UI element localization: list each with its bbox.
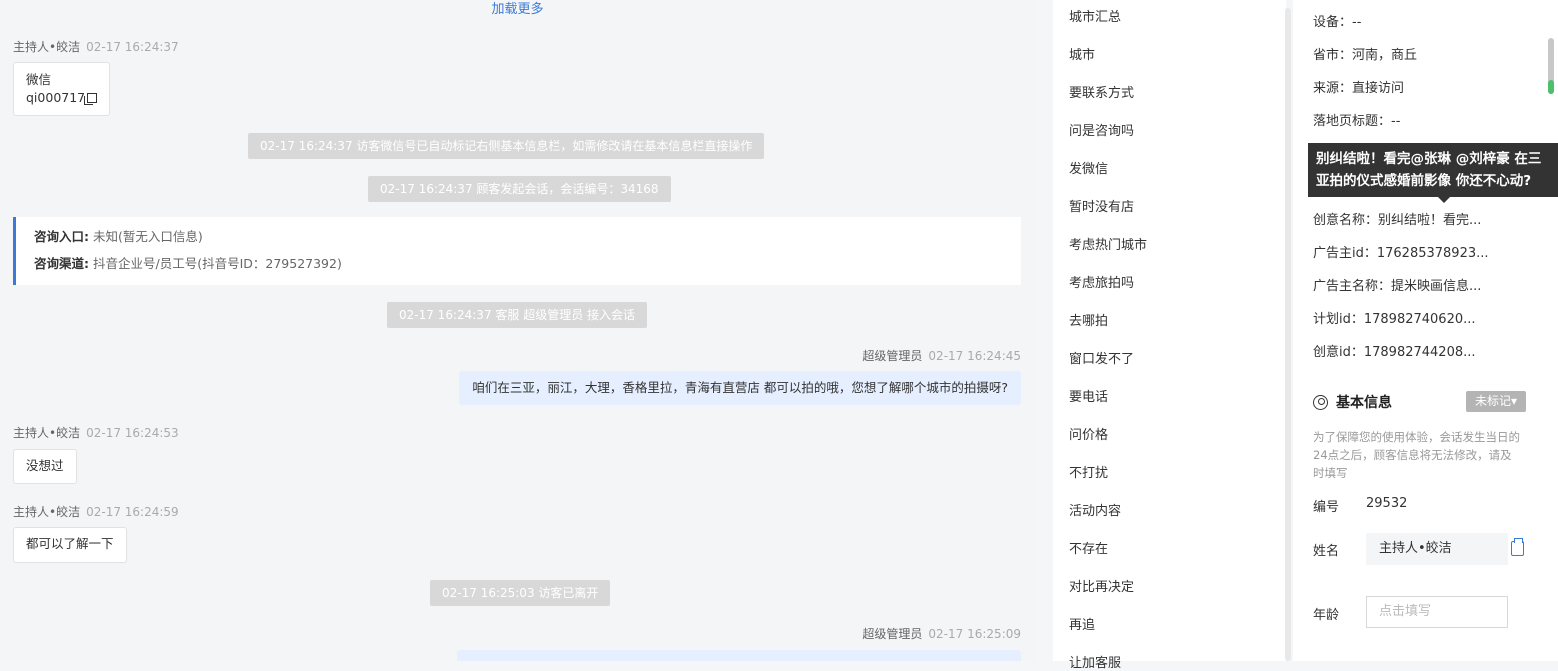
system-notice: 02-17 16:24:37 客服 超级管理员 接入会话 bbox=[387, 302, 648, 328]
advertiser-id-info: 广告主id：176285378923... bbox=[1313, 246, 1489, 261]
name-field[interactable]: 主持人•皎洁 bbox=[1366, 533, 1508, 565]
quick-reply-item[interactable]: 对比再决定 bbox=[1069, 576, 1134, 595]
quick-reply-item[interactable]: 考虑热门城市 bbox=[1069, 234, 1147, 253]
quick-reply-item[interactable]: 让加客服 bbox=[1069, 652, 1121, 671]
quick-reply-item[interactable]: 不打扰 bbox=[1069, 462, 1108, 481]
message-sender: 超级管理员 02-17 16:24:45 bbox=[862, 347, 1021, 364]
message-bubble: 没想过 bbox=[13, 449, 77, 484]
quick-reply-item[interactable]: 城市汇总 bbox=[1069, 6, 1121, 25]
basic-info-title: 基本信息 bbox=[1313, 392, 1392, 412]
source-info: 来源：直接访问 bbox=[1313, 81, 1405, 96]
message-sender: 主持人•皎洁 02-17 16:24:53 bbox=[13, 424, 179, 441]
creative-name-info[interactable]: 创意名称：别纠结啦！看完... bbox=[1313, 209, 1481, 228]
message-time: 02-17 16:24:53 bbox=[86, 426, 179, 440]
quick-reply-item[interactable]: 活动内容 bbox=[1069, 500, 1121, 519]
edit-notice: 为了保障您的使用体验，会话发生当日的24点之后，顾客信息将无法修改，请及时填写 bbox=[1313, 430, 1520, 480]
tag-dropdown-button[interactable]: 未标记▾ bbox=[1466, 391, 1526, 412]
id-value: 29532 bbox=[1366, 496, 1408, 511]
load-more-link[interactable]: 加载更多 bbox=[0, 0, 1035, 17]
device-info: 设备：-- bbox=[1313, 15, 1362, 30]
plan-id-info: 计划id：178982740620... bbox=[1313, 312, 1476, 327]
sender-name: 主持人•皎洁 bbox=[13, 40, 81, 54]
clipboard-icon[interactable] bbox=[1511, 538, 1524, 556]
id-label: 编号 bbox=[1313, 500, 1340, 515]
sender-name: 超级管理员 bbox=[862, 349, 923, 363]
message-bubble bbox=[457, 650, 1021, 661]
message-bubble: 咱们在三亚，丽江，大理，香格里拉，青海有直营店 都可以拍的哦，您想了解哪个城市的… bbox=[459, 371, 1021, 405]
message-sender: 主持人•皎洁 02-17 16:24:59 bbox=[13, 503, 179, 520]
entry-value: 未知(暂无入口信息) bbox=[92, 229, 203, 244]
message-time: 02-17 16:24:59 bbox=[86, 505, 179, 519]
quick-reply-item[interactable]: 再追 bbox=[1069, 614, 1095, 633]
quick-reply-scrollbar[interactable] bbox=[1285, 8, 1291, 661]
creative-name-tooltip: 别纠结啦！看完@张琳 @刘梓豪 在三亚拍的仪式感婚前影像 你还不心动? bbox=[1308, 143, 1558, 203]
sender-name: 超级管理员 bbox=[862, 627, 923, 641]
quick-reply-item[interactable]: 发微信 bbox=[1069, 158, 1108, 177]
name-label: 姓名 bbox=[1313, 544, 1340, 559]
age-field[interactable]: 点击填写 bbox=[1366, 596, 1508, 628]
quick-reply-item[interactable]: 去哪拍 bbox=[1069, 310, 1108, 329]
quick-reply-item[interactable]: 要联系方式 bbox=[1069, 82, 1134, 101]
landing-title-info: 落地页标题：-- bbox=[1313, 114, 1401, 129]
quick-reply-item[interactable]: 不存在 bbox=[1069, 538, 1108, 557]
sender-name: 主持人•皎洁 bbox=[13, 505, 81, 519]
user-icon bbox=[1313, 395, 1328, 410]
customer-panel: 设备：-- 省市：河南，商丘 来源：直接访问 落地页标题：-- 创意名称：别纠结… bbox=[1293, 0, 1558, 661]
system-notice: 02-17 16:24:37 访客微信号已自动标记右侧基本信息栏，如需修改请在基… bbox=[248, 133, 765, 159]
quick-reply-item[interactable]: 考虑旅拍吗 bbox=[1069, 272, 1134, 291]
channel-value: 抖音企业号/员工号(抖音号ID：279527392) bbox=[92, 256, 342, 271]
advertiser-name-info: 广告主名称：提米映画信息... bbox=[1313, 279, 1482, 294]
sender-name: 主持人•皎洁 bbox=[13, 426, 81, 440]
wechat-id: qi000717 bbox=[26, 90, 86, 105]
age-label: 年龄 bbox=[1313, 608, 1340, 623]
message-sender: 超级管理员 02-17 16:25:09 bbox=[862, 625, 1021, 642]
province-city-info: 省市：河南，商丘 bbox=[1313, 48, 1418, 63]
quick-reply-item[interactable]: 要电话 bbox=[1069, 386, 1108, 405]
channel-label: 咨询渠道: bbox=[34, 256, 89, 271]
message-bubble: 微信 qi000717 bbox=[13, 62, 111, 116]
message-bubble: 都可以了解一下 bbox=[13, 527, 127, 563]
system-notice: 02-17 16:25:03 访客已离开 bbox=[430, 580, 611, 606]
quick-reply-item[interactable]: 问是咨询吗 bbox=[1069, 120, 1134, 139]
quick-reply-item[interactable]: 窗口发不了 bbox=[1069, 348, 1134, 367]
chat-area: 加载更多 主持人•皎洁 02-17 16:24:37 微信 qi000717 02… bbox=[0, 0, 1035, 661]
consult-info-card: 咨询入口: 未知(暂无入口信息) 咨询渠道: 抖音企业号/员工号(抖音号ID：2… bbox=[13, 217, 1021, 285]
panel-scrollbar[interactable] bbox=[1548, 38, 1554, 94]
quick-reply-item[interactable]: 城市 bbox=[1069, 44, 1095, 63]
quick-reply-list: 城市汇总城市要联系方式问是咨询吗发微信暂时没有店考虑热门城市 考虑旅拍吗去哪拍窗口… bbox=[1053, 0, 1286, 671]
message-time: 02-17 16:24:37 bbox=[86, 40, 179, 54]
message-time: 02-17 16:24:45 bbox=[928, 349, 1021, 363]
creative-id-info: 创意id：178982744208... bbox=[1313, 345, 1476, 360]
copy-icon[interactable] bbox=[84, 93, 98, 105]
message-time: 02-17 16:25:09 bbox=[928, 627, 1021, 641]
message-sender: 主持人•皎洁 02-17 16:24:37 bbox=[13, 38, 179, 55]
entry-label: 咨询入口: bbox=[34, 229, 89, 244]
system-notice: 02-17 16:24:37 顾客发起会话，会话编号：34168 bbox=[368, 176, 671, 202]
quick-reply-item[interactable]: 问价格 bbox=[1069, 424, 1108, 443]
quick-reply-item[interactable]: 暂时没有店 bbox=[1069, 196, 1134, 215]
wechat-label: 微信 bbox=[26, 72, 52, 87]
